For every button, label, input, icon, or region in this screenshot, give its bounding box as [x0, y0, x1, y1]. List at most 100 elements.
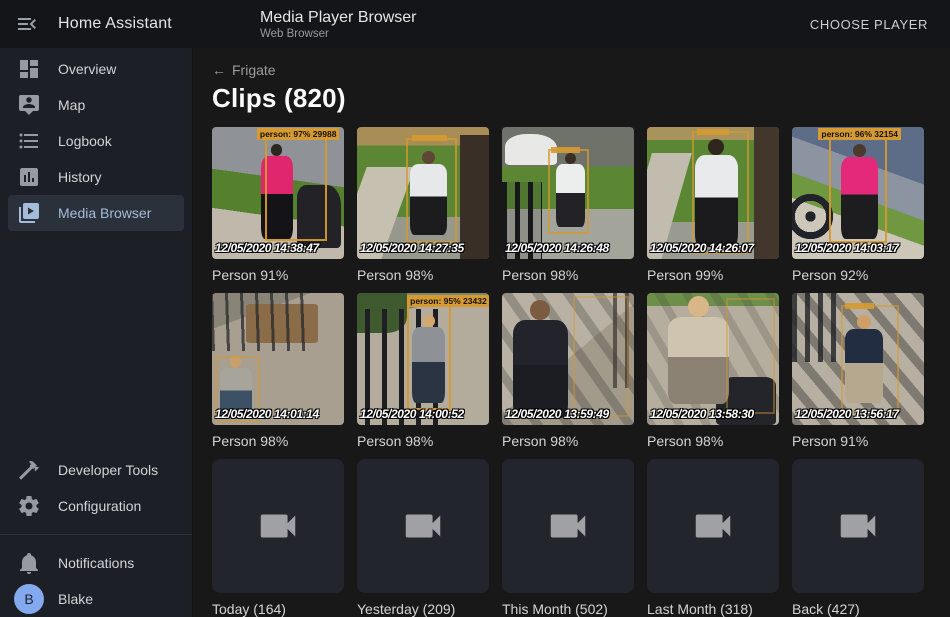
detection-box — [841, 305, 899, 413]
clip-timestamp: 12/05/2020 14:26:07 — [650, 241, 754, 255]
sidebar-item-notifications[interactable]: Notifications — [8, 545, 184, 581]
clip-timestamp: 12/05/2020 14:27:35 — [360, 241, 464, 255]
clip-tile[interactable]: 12/05/2020 13:59:49 Person 98% — [502, 293, 634, 451]
clip-timestamp: 12/05/2020 14:38:47 — [215, 241, 319, 255]
app-header-left: Home Assistant — [0, 0, 193, 48]
dashboard-icon — [17, 57, 41, 81]
clip-tile[interactable]: 12/05/2020 13:56:17 Person 91% — [792, 293, 924, 451]
folder-tile-today[interactable]: Today (164) — [212, 459, 344, 617]
clip-tile[interactable]: 12/05/2020 14:27:35 Person 98% — [357, 127, 489, 285]
clip-thumbnail: person: 97% 29988 12/05/2020 14:38:47 — [212, 127, 344, 259]
avatar: B — [14, 584, 44, 614]
detection-label: person: 97% 29988 — [257, 128, 340, 140]
clip-caption: Person 98% — [212, 431, 344, 451]
porch-shape — [754, 127, 779, 259]
sidebar-spacer — [0, 231, 192, 452]
breadcrumb-back-frigate[interactable]: ← Frigate — [212, 62, 276, 78]
sidebar-nav: Overview Map Logbook History Media Brows… — [0, 48, 192, 231]
page-title-block: Media Player Browser Web Browser — [260, 8, 417, 41]
clip-thumbnail: 12/05/2020 14:27:35 — [357, 127, 489, 259]
folder-caption: This Month (502) — [502, 599, 634, 617]
clip-tile[interactable]: 12/05/2020 14:01:14 Person 98% — [212, 293, 344, 451]
detection-box — [829, 138, 887, 244]
media-browser-content: ← Frigate Clips (820) person: 97% 29988 … — [194, 48, 950, 617]
clip-tile[interactable]: 12/05/2020 14:26:48 Person 98% — [502, 127, 634, 285]
detection-box — [406, 138, 457, 244]
sidebar: Overview Map Logbook History Media Brows… — [0, 48, 193, 617]
porch-shape — [460, 135, 489, 259]
clip-thumbnail: 12/05/2020 14:26:07 — [647, 127, 779, 259]
list-icon — [17, 129, 41, 153]
fence-shape — [792, 293, 837, 362]
sidebar-divider — [0, 534, 192, 535]
clip-caption: Person 98% — [647, 431, 779, 451]
sidebar-item-user[interactable]: B Blake — [8, 581, 184, 617]
clip-tile[interactable]: person: 95% 23432 12/05/2020 14:00:52 Pe… — [357, 293, 489, 451]
sidebar-item-overview[interactable]: Overview — [8, 51, 184, 87]
video-camera-icon — [400, 503, 446, 549]
folder-caption: Back (427) — [792, 599, 924, 617]
detection-box — [726, 298, 775, 414]
sidebar-item-map[interactable]: Map — [8, 87, 184, 123]
breadcrumb-label: Frigate — [232, 62, 276, 78]
home-assistant-app: Home Assistant Media Player Browser Web … — [0, 0, 950, 617]
detection-box — [407, 302, 451, 410]
hammer-icon — [17, 458, 41, 482]
app-header-main: Media Player Browser Web Browser CHOOSE … — [193, 0, 950, 48]
clip-thumbnail: 12/05/2020 13:59:49 — [502, 293, 634, 425]
clips-grid: person: 97% 29988 12/05/2020 14:38:47 Pe… — [212, 127, 950, 617]
clip-caption: Person 91% — [212, 265, 344, 285]
clip-caption: Person 92% — [792, 265, 924, 285]
folder-tile-last-month[interactable]: Last Month (318) — [647, 459, 779, 617]
clip-caption: Person 91% — [792, 431, 924, 451]
folder-caption: Last Month (318) — [647, 599, 779, 617]
detection-box — [548, 149, 589, 233]
clip-timestamp: 12/05/2020 13:59:49 — [505, 407, 609, 421]
video-camera-icon — [255, 503, 301, 549]
page-title: Media Player Browser — [260, 8, 417, 27]
gear-icon — [17, 494, 41, 518]
bell-icon — [17, 551, 41, 575]
sidebar-item-configuration[interactable]: Configuration — [8, 488, 184, 524]
back-arrow-icon: ← — [212, 62, 226, 78]
clip-tile[interactable]: 12/05/2020 13:58:30 Person 98% — [647, 293, 779, 451]
video-camera-icon — [835, 503, 881, 549]
folder-thumbnail — [792, 459, 924, 593]
sidebar-item-developer-tools[interactable]: Developer Tools — [8, 452, 184, 488]
clip-timestamp: 12/05/2020 13:58:30 — [650, 407, 754, 421]
menu-open-icon[interactable] — [15, 12, 39, 36]
clip-tile[interactable]: person: 97% 29988 12/05/2020 14:38:47 Pe… — [212, 127, 344, 285]
folder-tile-back[interactable]: Back (427) — [792, 459, 924, 617]
clip-caption: Person 98% — [502, 265, 634, 285]
clip-timestamp: 12/05/2020 14:01:14 — [215, 407, 319, 421]
folder-thumbnail — [212, 459, 344, 593]
clip-timestamp: 12/05/2020 14:03:17 — [795, 241, 899, 255]
detection-label: person: 95% 23432 — [407, 295, 489, 307]
choose-player-button[interactable]: CHOOSE PLAYER — [802, 9, 936, 40]
clip-caption: Person 98% — [357, 431, 489, 451]
folder-tile-this-month[interactable]: This Month (502) — [502, 459, 634, 617]
video-camera-icon — [690, 503, 736, 549]
clip-thumbnail: 12/05/2020 13:58:30 — [647, 293, 779, 425]
person-figure — [668, 296, 729, 404]
clip-tile[interactable]: person: 96% 32154 12/05/2020 14:03:17 Pe… — [792, 127, 924, 285]
folder-caption: Today (164) — [212, 599, 344, 617]
sidebar-item-logbook[interactable]: Logbook — [8, 123, 184, 159]
detection-box — [692, 131, 749, 254]
folder-tile-yesterday[interactable]: Yesterday (209) — [357, 459, 489, 617]
clip-caption: Person 98% — [502, 431, 634, 451]
clip-thumbnail: person: 96% 32154 12/05/2020 14:03:17 — [792, 127, 924, 259]
clip-thumbnail: 12/05/2020 13:56:17 — [792, 293, 924, 425]
sidebar-item-media-browser[interactable]: Media Browser — [8, 195, 184, 231]
folder-caption: Yesterday (209) — [357, 599, 489, 617]
content-header: ← Frigate Clips (820) — [194, 48, 950, 114]
detection-box — [573, 296, 628, 417]
folder-thumbnail — [647, 459, 779, 593]
clip-timestamp: 12/05/2020 14:00:52 — [360, 407, 464, 421]
video-camera-icon — [545, 503, 591, 549]
sidebar-item-history[interactable]: History — [8, 159, 184, 195]
clip-tile[interactable]: 12/05/2020 14:26:07 Person 99% — [647, 127, 779, 285]
clip-caption: Person 98% — [357, 265, 489, 285]
play-box-icon — [17, 201, 41, 225]
page-subtitle: Web Browser — [260, 27, 417, 41]
